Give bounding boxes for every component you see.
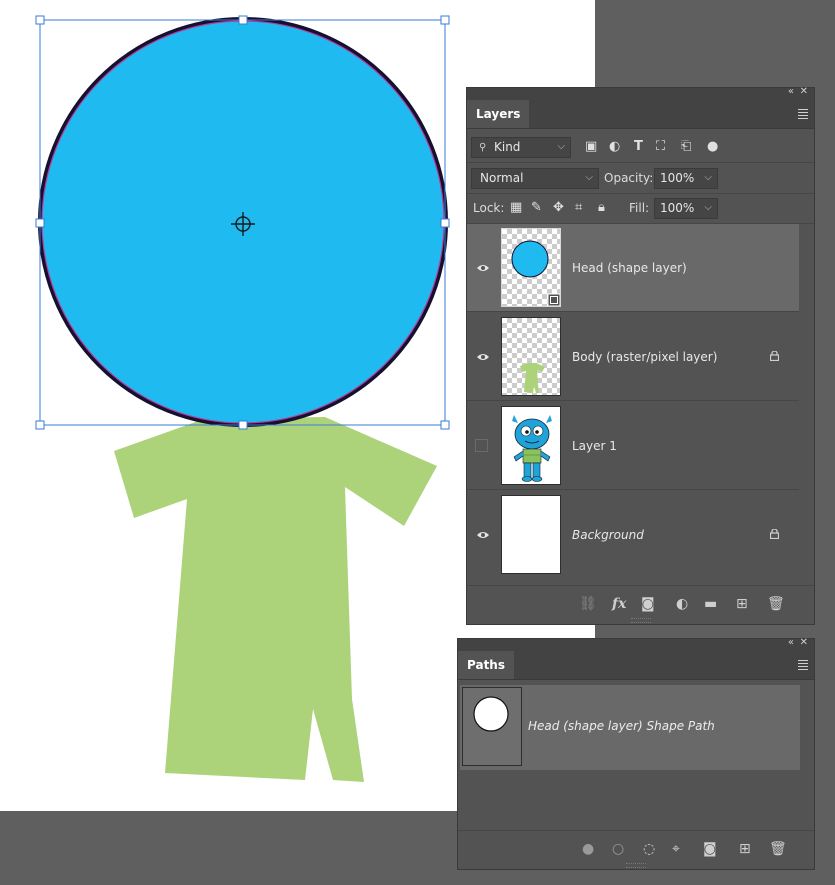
- lock-icon: [770, 351, 779, 361]
- layer-thumbnail[interactable]: [501, 495, 561, 574]
- layer-name[interactable]: Body (raster/pixel layer): [572, 313, 717, 401]
- lock-all-icon[interactable]: 🔒︎: [598, 193, 605, 223]
- layer-style-fx-icon[interactable]: fx: [612, 596, 626, 612]
- lock-row: Lock: ▦ ✎ ✥ ⌗ 🔒︎ Fill: 100% ⌵: [467, 193, 814, 224]
- lock-icon: [770, 529, 779, 539]
- collapse-panel-icon[interactable]: «: [788, 637, 794, 648]
- filter-row: ⚲ Kind ⌵ ▣ ◐ T ⛶ ⎗ ●: [467, 132, 814, 163]
- layers-tab-bar: Layers: [467, 100, 814, 129]
- eye-visibility-icon[interactable]: [477, 262, 489, 274]
- prevent-auto-nesting-icon[interactable]: ⌗: [575, 193, 582, 223]
- delete-layer-trash-icon[interactable]: 🗑︎: [767, 596, 785, 612]
- close-panel-icon[interactable]: ✕: [800, 637, 808, 648]
- tab-paths[interactable]: Paths: [458, 651, 514, 679]
- new-layer-icon[interactable]: ⊞: [736, 596, 748, 612]
- chevron-down-icon[interactable]: ⌵: [704, 168, 712, 187]
- layers-list: Head (shape layer) Body (raster/pixel la…: [467, 224, 799, 576]
- tab-layers[interactable]: Layers: [467, 100, 530, 128]
- stroke-path-icon[interactable]: ○: [612, 841, 624, 857]
- blend-mode-value: Normal: [480, 171, 524, 185]
- monster-thumbnail-image: [512, 415, 552, 482]
- paths-panel: « ✕ Paths Head (shape layer) Shape Path …: [457, 637, 815, 870]
- layer-name[interactable]: Head (shape layer): [572, 224, 687, 312]
- filter-kind-select[interactable]: ⚲ Kind ⌵: [471, 137, 571, 158]
- fill-label: Fill:: [629, 201, 650, 215]
- lock-transparent-pixels-icon[interactable]: ▦: [510, 193, 522, 223]
- layer-row-body[interactable]: Body (raster/pixel layer): [467, 313, 799, 401]
- filter-smart-objects-icon[interactable]: ⎗: [681, 132, 691, 162]
- eye-visibility-icon[interactable]: [477, 351, 489, 363]
- layers-scrollbar[interactable]: [800, 224, 814, 576]
- filter-kind-label: Kind: [494, 140, 521, 154]
- new-group-folder-icon[interactable]: ▬: [704, 596, 717, 612]
- layer-name[interactable]: Layer 1: [572, 402, 617, 490]
- path-name[interactable]: Head (shape layer) Shape Path: [528, 685, 715, 767]
- path-thumbnail-image: [473, 696, 509, 732]
- search-icon: ⚲: [479, 142, 487, 153]
- close-panel-icon[interactable]: ✕: [800, 86, 808, 97]
- link-layers-icon[interactable]: ⛓: [579, 596, 597, 612]
- filter-shape-layers-icon[interactable]: ⛶: [656, 132, 665, 162]
- filter-pixel-layers-icon[interactable]: ▣: [585, 132, 597, 162]
- new-path-icon[interactable]: ⊞: [739, 841, 751, 857]
- chevron-down-icon: ⌵: [585, 172, 593, 183]
- path-row-head-shape-path[interactable]: Head (shape layer) Shape Path: [460, 685, 800, 770]
- paths-tab-bar: Paths: [458, 651, 814, 680]
- eye-visibility-icon[interactable]: [477, 529, 489, 541]
- collapse-panel-icon[interactable]: «: [788, 86, 794, 97]
- layer-name[interactable]: Background: [572, 491, 644, 576]
- panel-header-bar: « ✕: [458, 637, 814, 651]
- load-path-as-selection-icon[interactable]: ◌: [643, 841, 655, 857]
- body-shape[interactable]: [114, 417, 437, 782]
- lock-image-pixels-icon[interactable]: ✎: [531, 193, 542, 223]
- layer-thumbnail[interactable]: [501, 228, 561, 307]
- lock-label: Lock:: [473, 201, 505, 215]
- filter-toggle-icon[interactable]: ●: [707, 132, 718, 162]
- layer-thumbnail[interactable]: [501, 406, 561, 485]
- layers-footer-toolbar: ⛓ fx ◙ ◐ ▬ ⊞ 🗑︎: [467, 585, 814, 624]
- opacity-value: 100%: [660, 171, 695, 185]
- layer-row-layer1[interactable]: Layer 1: [467, 402, 799, 490]
- fill-input[interactable]: 100% ⌵: [654, 198, 718, 219]
- panel-resize-grip[interactable]: [630, 618, 651, 623]
- blend-mode-select[interactable]: Normal ⌵: [471, 168, 599, 189]
- blend-row: Normal ⌵ Opacity: 100% ⌵: [467, 163, 814, 194]
- layer-row-head[interactable]: Head (shape layer): [467, 224, 799, 312]
- panel-resize-grip[interactable]: [626, 863, 646, 868]
- layer-row-background[interactable]: Background: [467, 491, 799, 576]
- filter-adjustment-layers-icon[interactable]: ◐: [609, 132, 620, 162]
- delete-path-trash-icon[interactable]: 🗑︎: [769, 841, 787, 857]
- fill-value: 100%: [660, 201, 695, 215]
- visibility-toggle-off[interactable]: [475, 439, 488, 452]
- filter-type-layers-icon[interactable]: T: [634, 132, 643, 162]
- add-layer-mask-icon[interactable]: ◙: [641, 596, 655, 612]
- panel-menu-icon[interactable]: [798, 660, 808, 672]
- path-thumbnail[interactable]: [462, 687, 522, 766]
- new-adjustment-layer-icon[interactable]: ◐: [676, 596, 688, 612]
- layers-panel: « ✕ Layers ⚲ Kind ⌵ ▣ ◐ T ⛶ ⎗ ● Normal ⌵…: [466, 86, 815, 625]
- body-thumbnail-image: [520, 363, 545, 393]
- opacity-input[interactable]: 100% ⌵: [654, 168, 718, 189]
- add-mask-icon[interactable]: ◙: [703, 841, 717, 857]
- opacity-label: Opacity:: [604, 171, 654, 185]
- lock-position-icon[interactable]: ✥: [553, 193, 564, 223]
- chevron-down-icon: ⌵: [557, 141, 565, 152]
- panel-menu-icon[interactable]: [798, 109, 808, 121]
- layer-thumbnail[interactable]: [501, 317, 561, 396]
- chevron-down-icon[interactable]: ⌵: [704, 198, 712, 217]
- head-thumbnail-image: [511, 240, 560, 306]
- panel-header-bar: « ✕: [467, 86, 814, 100]
- make-work-path-icon[interactable]: ⌖: [672, 841, 680, 857]
- paths-footer-toolbar: ● ○ ◌ ⌖ ◙ ⊞ 🗑︎: [458, 830, 814, 867]
- fill-path-icon[interactable]: ●: [582, 841, 594, 857]
